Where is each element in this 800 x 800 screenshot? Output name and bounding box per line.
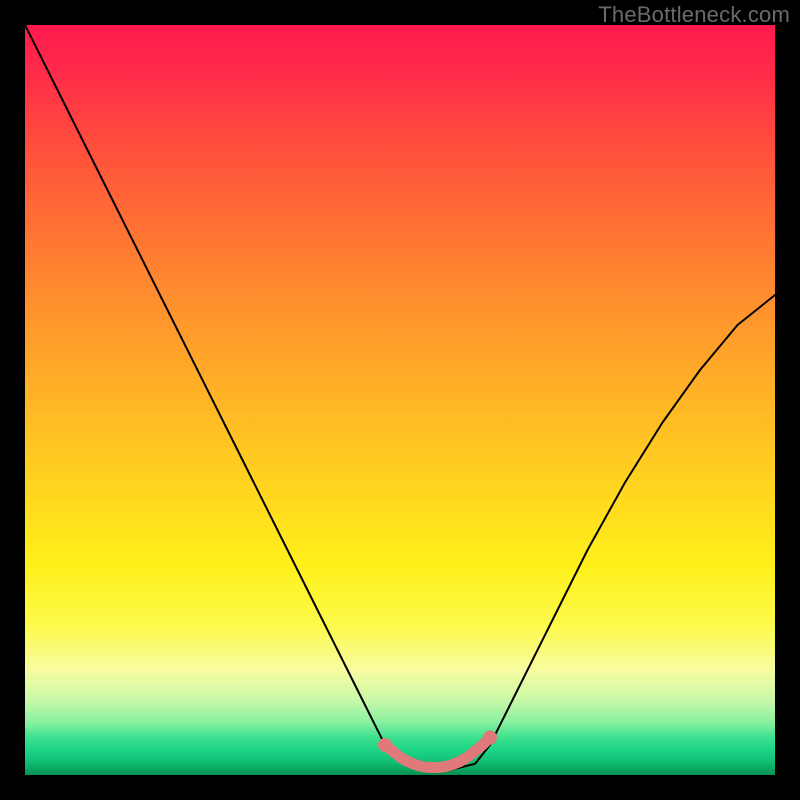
chart-svg xyxy=(25,25,775,775)
accent-trough-dots xyxy=(378,731,497,768)
bottleneck-curve xyxy=(25,25,775,771)
accent-endpoint-dot xyxy=(483,731,497,745)
chart-frame: TheBottleneck.com xyxy=(0,0,800,800)
plot-area xyxy=(25,25,775,775)
watermark-text: TheBottleneck.com xyxy=(598,2,790,28)
accent-endpoint-dot xyxy=(378,738,392,752)
